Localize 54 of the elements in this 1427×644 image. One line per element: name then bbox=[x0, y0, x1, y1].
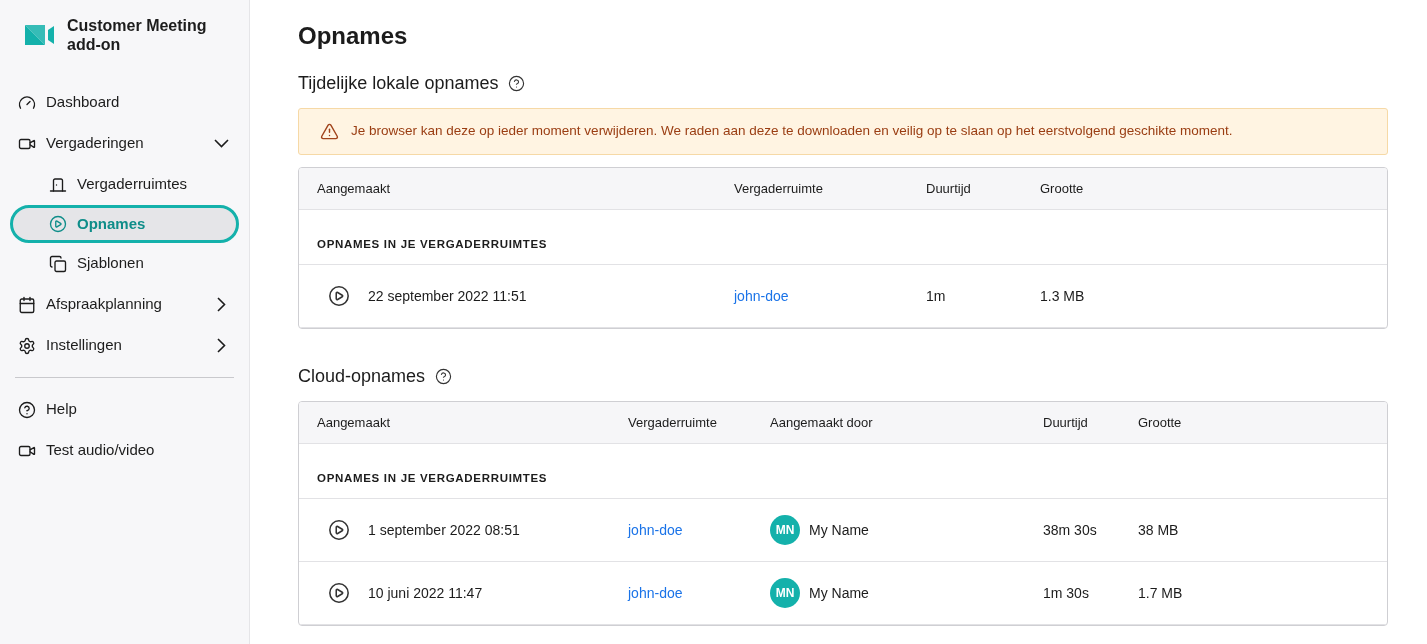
nav-item[interactable]: Vergaderingen bbox=[0, 123, 249, 164]
nav-item[interactable]: Instellingen bbox=[0, 325, 249, 366]
play-icon[interactable] bbox=[328, 519, 350, 541]
warning-text: Je browser kan deze op ieder moment verwijderen. We raden aan deze te downloaden en veilig op te slaan op het eerstvolgend geschikte moment. bbox=[351, 122, 1233, 141]
avatar: MN bbox=[770, 578, 800, 608]
nav-subitem[interactable]: Vergaderruimtes bbox=[10, 165, 239, 204]
play-icon[interactable] bbox=[328, 582, 350, 604]
column-header: Aangemaakt bbox=[316, 413, 391, 432]
nav-item[interactable]: Dashboard bbox=[0, 82, 249, 123]
column-header: Aangemaakt bbox=[316, 179, 391, 198]
column-header: Vergaderruimte bbox=[733, 179, 824, 198]
section-title: Cloud-opnames bbox=[298, 365, 426, 388]
created-date: 22 september 2022 11:51 bbox=[368, 286, 527, 306]
duration: 38m 30s bbox=[1042, 520, 1098, 540]
author-name: My Name bbox=[809, 583, 869, 603]
nav-subitem[interactable]: Sjablonen bbox=[10, 244, 239, 283]
play-icon[interactable] bbox=[328, 285, 350, 307]
column-header: Aangemaakt door bbox=[769, 413, 874, 432]
group-heading: OPNAMES IN JE VERGADERRUIMTES bbox=[316, 471, 548, 487]
author-name: My Name bbox=[809, 520, 869, 540]
copy-icon bbox=[49, 254, 67, 273]
group-heading: OPNAMES IN JE VERGADERRUIMTES bbox=[316, 237, 548, 253]
room-link[interactable]: john-doe bbox=[610, 582, 752, 604]
column-header: Duurtijd bbox=[925, 179, 972, 198]
created-date: 10 juni 2022 11:47 bbox=[368, 583, 483, 603]
play-circle-icon bbox=[49, 215, 67, 233]
duration: 1m bbox=[925, 286, 947, 306]
app-name: Customer Meeting add-on bbox=[67, 16, 208, 54]
door-icon bbox=[49, 175, 67, 194]
created-date: 1 september 2022 08:51 bbox=[368, 520, 520, 540]
avatar: MN bbox=[770, 515, 800, 545]
room-link[interactable]: john-doe bbox=[716, 285, 908, 307]
duration: 1m 30s bbox=[1042, 583, 1090, 603]
warning-icon bbox=[320, 122, 339, 141]
file-size: 38 MB bbox=[1137, 520, 1180, 540]
help-icon bbox=[18, 400, 36, 419]
file-size: 1.3 MB bbox=[1039, 286, 1086, 306]
gauge-icon bbox=[18, 93, 36, 112]
logo-icon bbox=[25, 25, 55, 45]
column-header: Grootte bbox=[1137, 413, 1183, 432]
column-header: Duurtijd bbox=[1042, 413, 1089, 432]
settings-icon bbox=[18, 336, 36, 355]
page-title: Opnames bbox=[298, 21, 409, 51]
room-link[interactable]: john-doe bbox=[610, 519, 752, 541]
nav-item[interactable]: Help bbox=[0, 389, 249, 430]
nav-item[interactable]: Test audio/video bbox=[0, 430, 249, 471]
file-size: 1.7 MB bbox=[1137, 583, 1184, 603]
help-icon[interactable] bbox=[508, 75, 526, 92]
section-title: Tijdelijke lokale opnames bbox=[298, 72, 499, 95]
column-header: Grootte bbox=[1039, 179, 1085, 198]
column-header: Vergaderruimte bbox=[627, 413, 718, 432]
calendar-icon bbox=[18, 295, 36, 314]
nav-item[interactable]: Afspraakplanning bbox=[0, 284, 249, 325]
help-icon[interactable] bbox=[435, 368, 453, 385]
